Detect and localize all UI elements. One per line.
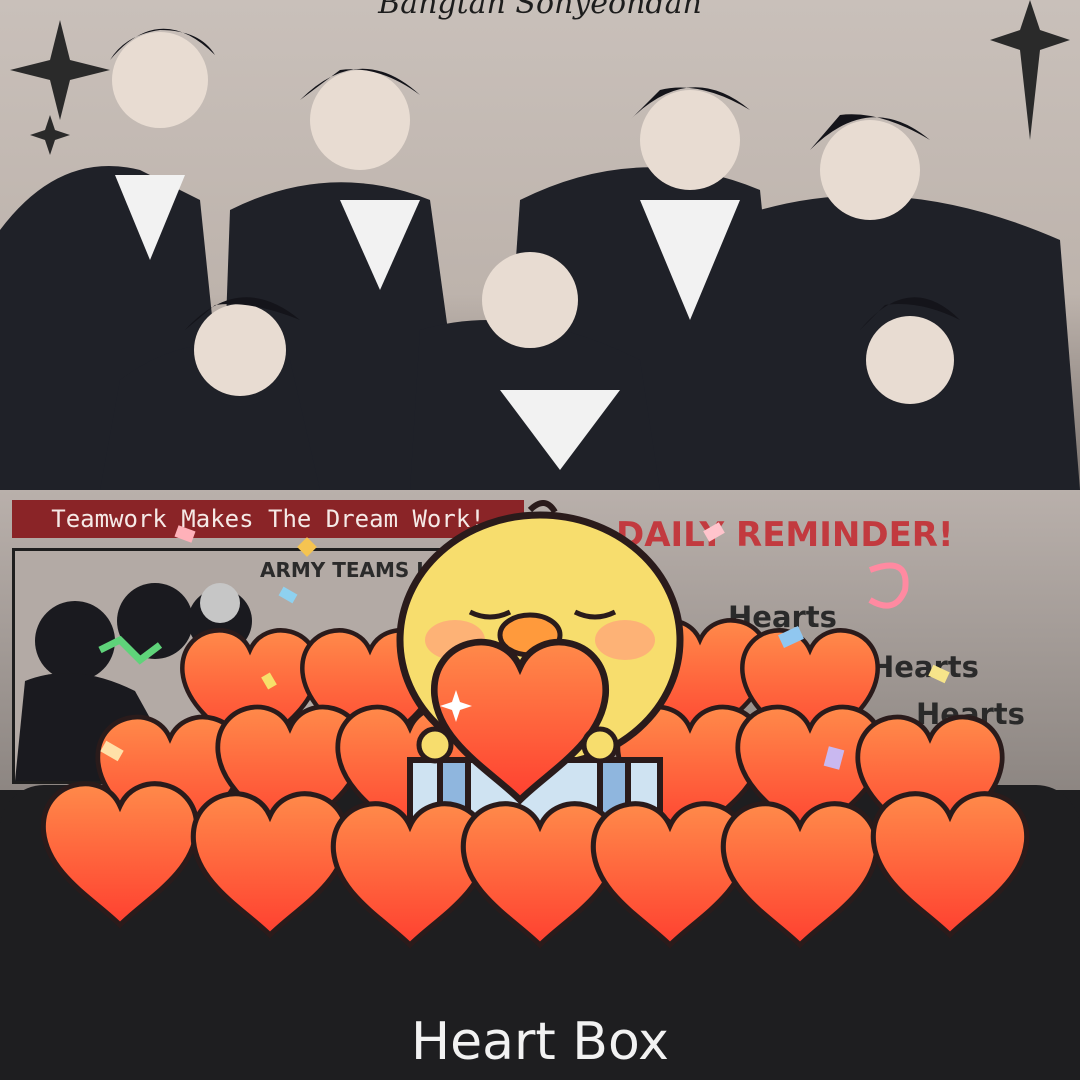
heart-icon bbox=[193, 794, 346, 935]
heart-icon bbox=[463, 804, 616, 945]
heart-icon bbox=[723, 804, 876, 945]
heart-box-sticker[interactable] bbox=[0, 0, 1080, 1080]
heart-icon bbox=[873, 794, 1026, 935]
heart-icon bbox=[593, 804, 746, 945]
heart-icon bbox=[333, 804, 486, 945]
heart-icon bbox=[43, 784, 196, 925]
